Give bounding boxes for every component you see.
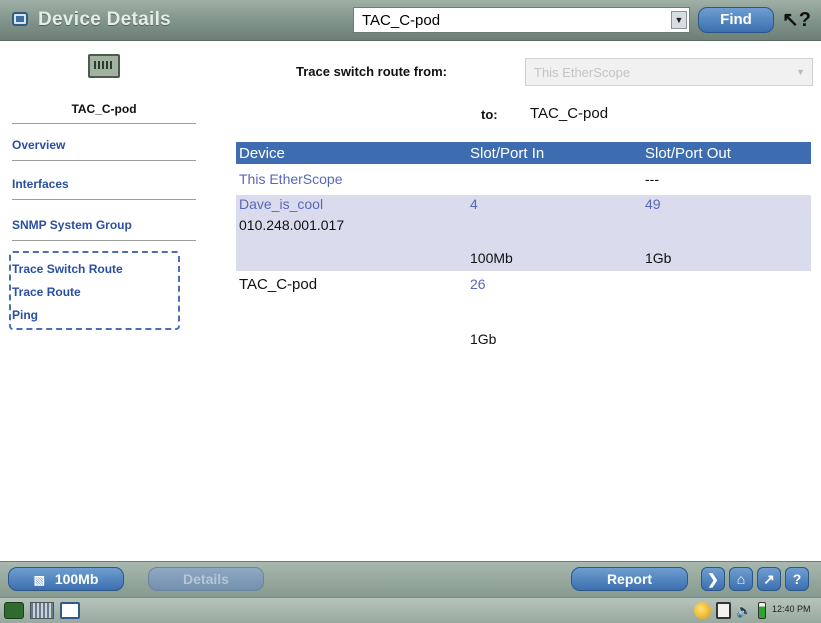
next-icon[interactable]: ❯ [701,567,725,591]
row-port-in: 26 [470,276,486,292]
window-icon[interactable] [60,602,80,619]
sidebar-item-overview[interactable]: Overview [12,138,65,152]
row-port-out: 49 [645,196,661,212]
column-header-slot-port-in: Slot/Port In [470,145,545,162]
switch-device-icon [88,54,120,78]
keyboard-icon[interactable] [30,602,54,619]
column-header-slot-port-out: Slot/Port Out [645,145,731,162]
sidebar-item-trace-switch-route[interactable]: Trace Switch Route [12,262,123,276]
start-icon[interactable] [4,602,24,619]
title-bar: Device Details TAC_C-pod ▼ Find ↖? [0,0,821,41]
trace-to-label: to: [481,107,498,122]
link-speed-in: 1Gb [470,331,497,347]
column-header-device: Device [239,145,285,162]
report-button[interactable]: Report [571,567,688,591]
details-button[interactable]: Details [148,567,264,591]
row-device-tac[interactable]: TAC_C-pod [239,276,317,293]
row-device-ip: 010.248.001.017 [239,217,345,233]
bottom-toolbar: ▧ 100Mb Details Report ❯ ⌂ ↗ ? [0,561,821,597]
find-button[interactable]: Find [698,7,774,33]
divider [12,123,196,124]
trace-from-select[interactable]: This EtherScope ▼ [525,58,813,86]
divider [12,240,196,241]
trace-to-value: TAC_C-pod [530,105,609,122]
device-details-icon [12,12,28,26]
clock: 12:40 PM [772,604,811,614]
route-table-header: Device Slot/Port In Slot/Port Out [236,142,811,164]
device-select-value: TAC_C-pod [362,12,441,29]
chevron-down-icon: ▼ [796,67,805,77]
home-icon[interactable]: ⌂ [729,567,753,591]
sidebar-device-name: TAC_C-pod [71,102,137,116]
sidebar-item-snmp-system-group[interactable]: SNMP System Group [12,218,132,232]
sidebar-item-trace-route[interactable]: Trace Route [12,285,81,299]
row-port-out: --- [645,171,659,187]
sidebar-item-ping[interactable]: Ping [12,308,38,322]
trace-from-value: This EtherScope [534,65,631,80]
clipboard-icon[interactable] [716,602,731,619]
speaker-icon[interactable]: 🔈 [736,602,754,619]
link-speed-in: 100Mb [470,250,513,266]
row-device-dave[interactable]: Dave_is_cool [239,196,323,212]
battery-icon [758,602,766,619]
divider [12,199,196,200]
search-icon[interactable] [694,602,711,619]
taskbar: 🔈 12:40 PM [0,597,821,623]
row-port-in: 4 [470,196,478,212]
device-select[interactable]: TAC_C-pod ▼ [353,7,690,33]
link-speed-out: 1Gb [645,250,672,266]
help-icon[interactable]: ? [785,567,809,591]
link-speed-label: 100Mb [54,571,99,587]
window-title: Device Details [38,9,172,30]
tools-icon[interactable]: ↗ [757,567,781,591]
network-link-icon: ▧ [33,573,45,587]
divider [12,160,196,161]
help-cursor-icon[interactable]: ↖? [782,8,811,32]
chevron-down-icon[interactable]: ▼ [671,11,687,29]
trace-from-label: Trace switch route from: [296,64,447,79]
link-speed-button[interactable]: ▧ 100Mb [8,567,124,591]
row-device-etherscope[interactable]: This EtherScope [239,171,343,187]
sidebar-item-interfaces[interactable]: Interfaces [12,177,69,191]
